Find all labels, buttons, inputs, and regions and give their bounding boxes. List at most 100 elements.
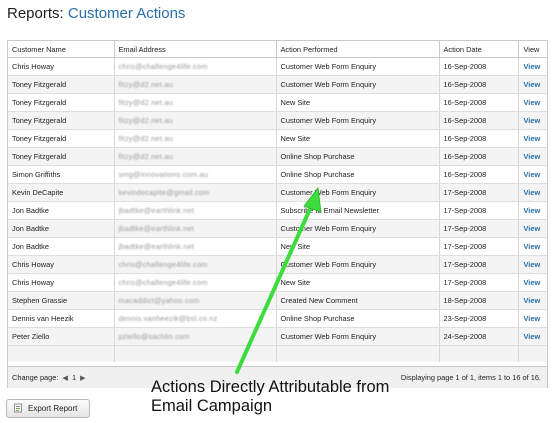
email-address-text: macaddict@yahoo.com	[118, 296, 200, 305]
customer-name-cell: Peter Ziello	[8, 327, 115, 346]
customer-name-cell: Chris Howay	[8, 273, 115, 292]
customer-name-cell: Toney Fitzgerald	[8, 75, 115, 94]
view-link[interactable]: View	[518, 201, 547, 220]
export-document-icon	[14, 403, 22, 413]
action-performed-cell: New Site	[276, 273, 440, 292]
action-performed-cell: Online Shop Purchase	[276, 309, 440, 328]
triangle-right-icon[interactable]: ▶	[80, 375, 85, 382]
email-address-cell: fitzy@d2.net.au	[114, 93, 277, 112]
view-link[interactable]: View	[518, 165, 547, 184]
email-address-text: fitzy@d2.net.au	[118, 116, 173, 125]
table-row[interactable]: Toney Fitzgerald fitzy@d2.net.au Online Sh…	[8, 147, 547, 166]
email-address-text: jbadtke@earthlink.net	[118, 224, 195, 233]
action-date-cell: 16-Sep-2008	[439, 57, 519, 76]
customer-actions-table: Customer Name Email Address Action Perfo…	[8, 41, 547, 362]
view-link[interactable]: View	[518, 219, 547, 238]
table-row[interactable]: Chris Howay chris@challenge4life.com Custo…	[8, 255, 547, 274]
action-performed-cell: Customer Web Form Enquiry	[276, 219, 440, 238]
table-row[interactable]: Jon Badtke jbadtke@earthlink.net Customer …	[8, 219, 547, 238]
email-address-text: smg@innovations.com.au	[118, 170, 209, 179]
current-page-number: 1	[71, 373, 77, 382]
action-date-cell: 17-Sep-2008	[439, 219, 519, 238]
view-link[interactable]: View	[518, 183, 547, 202]
view-link[interactable]: View	[518, 75, 547, 94]
email-address-text: chris@challenge4life.com	[118, 62, 208, 71]
action-performed-cell: Customer Web Form Enquiry	[276, 327, 440, 346]
email-address-cell: chris@challenge4life.com	[114, 273, 277, 292]
column-header-customer-name[interactable]: Customer Name	[8, 41, 115, 58]
view-link[interactable]: View	[518, 93, 547, 112]
action-date-cell: 16-Sep-2008	[439, 165, 519, 184]
email-address-cell: chris@challenge4life.com	[114, 255, 277, 274]
action-date-cell: 17-Sep-2008	[439, 183, 519, 202]
email-address-text: pziello@sachlin.com	[118, 332, 190, 341]
customer-name-cell: Chris Howay	[8, 255, 115, 274]
column-header-email-address[interactable]: Email Address	[114, 41, 277, 58]
customer-name-cell: Stephen Grassie	[8, 291, 115, 310]
action-performed-cell: Customer Web Form Enquiry	[276, 255, 440, 274]
view-link[interactable]: View	[518, 273, 547, 292]
annotation-callout: Actions Directly Attributable from Email…	[151, 378, 389, 416]
customer-actions-grid: Customer Name Email Address Action Perfo…	[7, 40, 548, 388]
email-address-cell: dennis.vanheezik@bsl.co.nz	[114, 309, 277, 328]
column-header-view[interactable]: View	[518, 41, 547, 58]
action-performed-cell: Customer Web Form Enquiry	[276, 183, 440, 202]
column-header-action-date[interactable]: Action Date	[439, 41, 519, 58]
table-row[interactable]: Toney Fitzgerald fitzy@d2.net.au New Site 1…	[8, 129, 547, 148]
view-link[interactable]: View	[518, 147, 547, 166]
view-link[interactable]: View	[518, 327, 547, 346]
table-row[interactable]: Toney Fitzgerald fitzy@d2.net.au Customer …	[8, 75, 547, 94]
page-title: Reports: Customer Actions	[7, 5, 185, 22]
table-row[interactable]: Peter Ziello pziello@sachlin.com Customer …	[8, 327, 547, 346]
action-date-cell: 16-Sep-2008	[439, 75, 519, 94]
email-address-text: fitzy@d2.net.au	[118, 152, 173, 161]
email-address-text: chris@challenge4life.com	[118, 260, 208, 269]
table-row[interactable]: Stephen Grassie macaddict@yahoo.com Create…	[8, 291, 547, 310]
empty-cell	[439, 345, 519, 362]
action-performed-cell: Subscribe to Email Newsletter	[276, 201, 440, 220]
export-report-button[interactable]: Export Report	[6, 399, 90, 418]
view-link[interactable]: View	[518, 111, 547, 130]
table-row[interactable]: Simon Griffiths smg@innovations.com.au Onl…	[8, 165, 547, 184]
empty-cell	[8, 345, 115, 362]
table-row[interactable]: Kevin DeCapite kevindecapite@gmail.com Cus…	[8, 183, 547, 202]
table-row[interactable]: Chris Howay chris@challenge4life.com Custo…	[8, 57, 547, 76]
table-row[interactable]: Jon Badtke jbadtke@earthlink.net Subscribe…	[8, 201, 547, 220]
view-link[interactable]: View	[518, 309, 547, 328]
action-performed-cell: New Site	[276, 129, 440, 148]
customer-name-cell: Jon Badtke	[8, 237, 115, 256]
action-performed-cell: Online Shop Purchase	[276, 165, 440, 184]
view-link[interactable]: View	[518, 291, 547, 310]
action-performed-cell: New Site	[276, 93, 440, 112]
view-link[interactable]: View	[518, 237, 547, 256]
customer-name-cell: Toney Fitzgerald	[8, 129, 115, 148]
change-page-label: Change page:	[12, 373, 59, 382]
table-row[interactable]: Toney Fitzgerald fitzy@d2.net.au New Site 1…	[8, 93, 547, 112]
action-date-cell: 23-Sep-2008	[439, 309, 519, 328]
page-title-section: Customer Actions	[67, 5, 186, 22]
customer-name-cell: Chris Howay	[8, 57, 115, 76]
action-date-cell: 16-Sep-2008	[439, 129, 519, 148]
annotation-line-2: Email Campaign	[151, 397, 273, 415]
empty-cell	[276, 345, 440, 362]
view-link[interactable]: View	[518, 57, 547, 76]
customer-name-cell: Toney Fitzgerald	[8, 111, 115, 130]
table-row[interactable]: Dennis van Heezik dennis.vanheezik@bsl.co…	[8, 309, 547, 328]
pagination-summary: Displaying page 1 of 1, items 1 to 16 of…	[400, 373, 541, 382]
email-address-text: jbadtke@earthlink.net	[118, 206, 195, 215]
table-row[interactable]: Toney Fitzgerald fitzy@d2.net.au Customer …	[8, 111, 547, 130]
email-address-cell: chris@challenge4life.com	[114, 57, 277, 76]
email-address-text: kevindecapite@gmail.com	[118, 188, 210, 197]
action-performed-cell: Customer Web Form Enquiry	[276, 111, 440, 130]
email-address-cell: fitzy@d2.net.au	[114, 147, 277, 166]
annotation-line-1: Actions Directly Attributable from	[151, 378, 390, 396]
view-link[interactable]: View	[518, 255, 547, 274]
table-row[interactable]: Chris Howay chris@challenge4life.com New S…	[8, 273, 547, 292]
email-address-text: fitzy@d2.net.au	[118, 134, 173, 143]
column-header-action-performed[interactable]: Action Performed	[276, 41, 440, 58]
action-date-cell: 18-Sep-2008	[439, 291, 519, 310]
triangle-left-icon[interactable]: ◀	[63, 375, 68, 382]
view-link[interactable]: View	[518, 129, 547, 148]
customer-name-cell: Jon Badtke	[8, 219, 115, 238]
table-row[interactable]: Jon Badtke jbadtke@earthlink.net New Site 1…	[8, 237, 547, 256]
